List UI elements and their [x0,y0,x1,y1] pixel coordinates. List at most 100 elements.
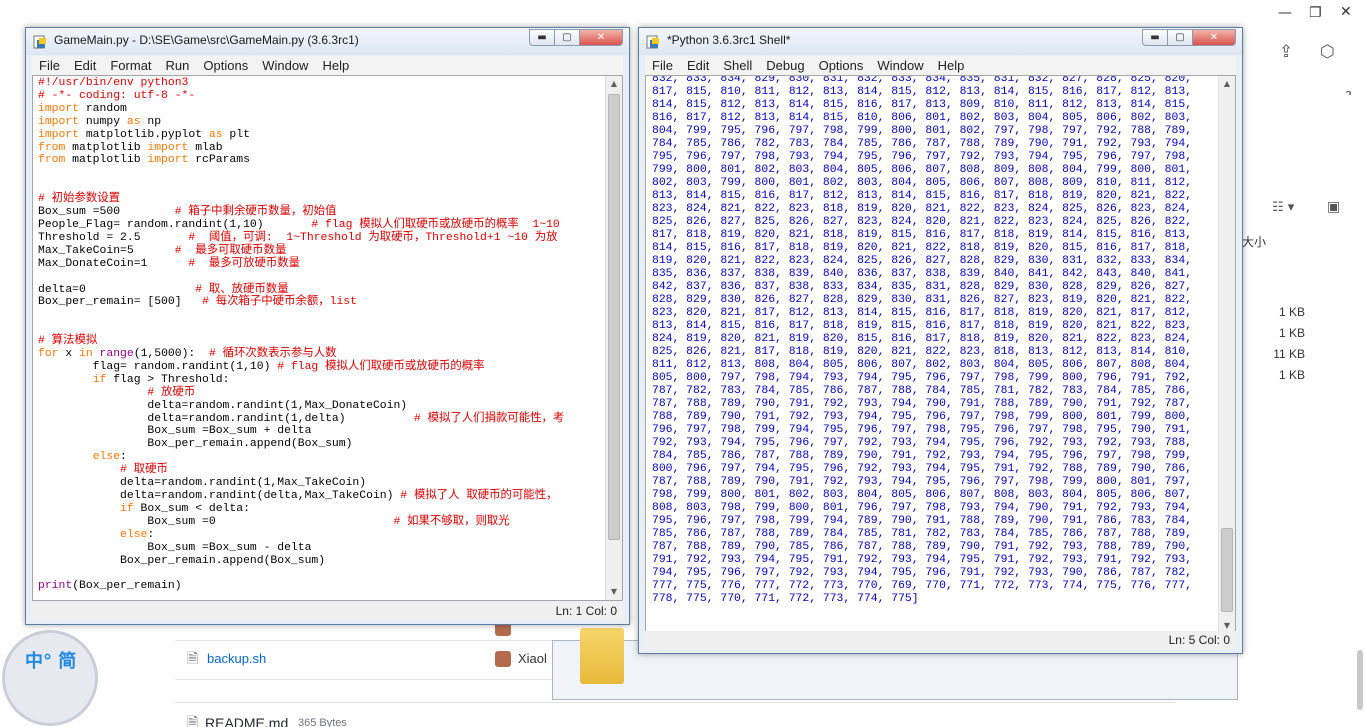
shell-output-text[interactable]: 832, 833, 834, 829, 830, 831, 832, 833, … [652,76,1193,606]
close-button[interactable]: ✕ [579,29,623,46]
minimize-button[interactable]: ▬ [1142,29,1168,46]
maximize-button[interactable]: ▢ [1167,29,1193,46]
code-line[interactable]: if Box_sum < delta: [38,503,564,516]
code-line[interactable]: else: [38,451,564,464]
code-editor[interactable]: #!/usr/bin/env python3 # -*- coding: utf-… [32,75,623,601]
code-token: x [58,348,80,361]
scroll-down-arrow[interactable]: ▼ [606,584,622,600]
code-line[interactable]: Box_per_remain= [500] # 每次箱子中硬币余额，list [38,296,564,309]
code-line[interactable]: for x in range(1,5000): # 循环次数表示参与人数 [38,348,564,361]
code-line[interactable]: People_Flag= random.randint(1,10) # flag… [38,219,564,232]
code-line[interactable]: # 取硬币 [38,464,564,477]
maximize-icon[interactable]: ❐ [1309,5,1322,21]
close-icon[interactable]: ✕ [1340,4,1352,20]
menu-shell[interactable]: Shell [716,56,759,75]
ime-badge-icon[interactable]: 中° 简 [2,630,98,726]
menu-edit[interactable]: Edit [67,56,103,75]
code-line[interactable]: Max_TakeCoin=5 # 最多可取硬币数量 [38,245,564,258]
code-line[interactable]: delta=0 # 取、放硬币数量 [38,284,564,297]
cube-icon[interactable]: ⬡ [1320,42,1335,62]
size-column-header[interactable]: 大小 [1242,233,1266,250]
code-line[interactable] [38,271,564,284]
code-token: as [126,115,141,128]
code-token: import [38,128,80,141]
code-line[interactable]: Box_per_remain.append(Box_sum) [38,438,564,451]
code-line[interactable]: Box_per_remain.append(Box_sum) [38,555,564,568]
code-line[interactable] [38,322,564,335]
code-line[interactable]: Threshold = 2.5 # 阈值，可调: 1~Threshold 为取硬… [38,232,564,245]
menu-edit[interactable]: Edit [680,56,716,75]
code-line[interactable]: # -*- coding: utf-8 -*- [38,90,564,103]
code-line[interactable]: Box_sum =0 # 如果不够取，则取光 [38,516,564,529]
menu-file[interactable]: File [645,56,680,75]
shell-output-line: 825, 826, 827, 825, 826, 827, 823, 824, … [652,216,1193,228]
code-line[interactable] [38,309,564,322]
code-line[interactable]: Box_sum =Box_sum + delta [38,425,564,438]
menu-window[interactable]: Window [255,56,315,75]
minimize-icon[interactable]: — [1278,5,1292,21]
minimize-button[interactable]: ▬ [529,29,555,46]
menu-help[interactable]: Help [931,56,972,75]
code-line[interactable]: from matplotlib import mlab [38,142,564,155]
shell-title: *Python 3.6.3rc1 Shell* [667,33,791,47]
code-line[interactable]: # 算法模拟 [38,335,564,348]
background-scrollbar[interactable] [1357,650,1363,710]
scroll-thumb[interactable] [1221,528,1233,612]
code-line[interactable] [38,167,564,180]
shell-output[interactable]: 832, 833, 834, 829, 830, 831, 832, 833, … [645,75,1236,635]
scroll-up-arrow[interactable]: ▲ [1219,76,1235,92]
menu-window[interactable]: Window [870,56,930,75]
code-line[interactable]: delta=random.randint(1,delta) # 模拟了人们捐款可… [38,413,564,426]
file-link-backup[interactable]: backup.sh [207,651,266,666]
code-line[interactable]: print(Box_per_remain) [38,580,564,593]
commit-author[interactable]: Xiaol [518,651,547,666]
code-line[interactable]: delta=random.randint(1,Max_TakeCoin) [38,477,564,490]
code-line[interactable]: if flag > Threshold: [38,374,564,387]
menu-run[interactable]: Run [159,56,197,75]
code-line[interactable]: #!/usr/bin/env python3 [38,77,564,90]
code-text[interactable]: #!/usr/bin/env python3 # -*- coding: utf-… [38,77,564,593]
code-line[interactable]: import numpy as np [38,116,564,129]
code-line[interactable] [38,567,564,580]
shell-scrollbar[interactable]: ▲ ▼ [1218,76,1235,634]
code-line[interactable]: flag= random.randint(1,10) # flag 模拟人们取硬… [38,361,564,374]
preview-pane-icon[interactable]: ▣ [1327,199,1340,215]
menu-options[interactable]: Options [196,56,255,75]
code-line[interactable] [38,180,564,193]
view-options-icon[interactable]: ☷ ▾ [1272,200,1294,215]
share-icon[interactable]: ⇪ [1279,42,1293,62]
readme-title[interactable]: README.md [205,715,288,727]
code-line[interactable]: delta=random.randint(1,Max_DonateCoin) [38,400,564,413]
code-line[interactable]: Box_sum =500 # 箱子中剩余硬币数量，初始值 [38,206,564,219]
menu-options[interactable]: Options [812,56,871,75]
code-line[interactable]: Max_DonateCoin=1 # 最多可放硬币数量 [38,258,564,271]
code-line[interactable]: else: [38,529,564,542]
maximize-button[interactable]: ▢ [554,29,580,46]
menu-debug[interactable]: Debug [759,56,811,75]
file-size: 1 KB [1278,305,1305,319]
code-token: # 取硬币 [120,464,168,477]
menu-file[interactable]: File [32,56,67,75]
editor-titlebar[interactable]: GameMain.py - D:\SE\Game\src\GameMain.py… [26,28,629,55]
shell-output-line: 785, 786, 787, 788, 789, 784, 785, 781, … [652,528,1193,540]
idle-editor-window[interactable]: GameMain.py - D:\SE\Game\src\GameMain.py… [25,27,630,625]
folder-icon[interactable] [580,628,624,684]
scroll-up-arrow[interactable]: ▲ [606,76,622,92]
menu-help[interactable]: Help [315,56,356,75]
shell-output-line: 813, 814, 815, 816, 817, 812, 813, 814, … [652,190,1193,202]
code-line[interactable]: delta=random.randint(delta,Max_TakeCoin)… [38,490,564,503]
menu-format[interactable]: Format [103,56,158,75]
close-button[interactable]: ✕ [1192,29,1236,46]
code-line[interactable]: # 初始参数设置 [38,193,564,206]
code-line[interactable]: import random [38,103,564,116]
code-line[interactable]: import matplotlib.pyplot as plt [38,129,564,142]
code-line[interactable]: Box_sum =Box_sum - delta [38,542,564,555]
idle-shell-window[interactable]: *Python 3.6.3rc1 Shell* ▬ ▢ ✕ File Edit … [638,27,1243,654]
code-token: import [147,154,189,167]
editor-scrollbar[interactable]: ▲ ▼ [605,76,622,600]
code-line[interactable]: # 放硬币 [38,387,564,400]
scroll-thumb[interactable] [608,94,620,540]
code-line[interactable]: from matplotlib import rcParams [38,154,564,167]
shell-titlebar[interactable]: *Python 3.6.3rc1 Shell* ▬ ▢ ✕ [639,28,1242,55]
